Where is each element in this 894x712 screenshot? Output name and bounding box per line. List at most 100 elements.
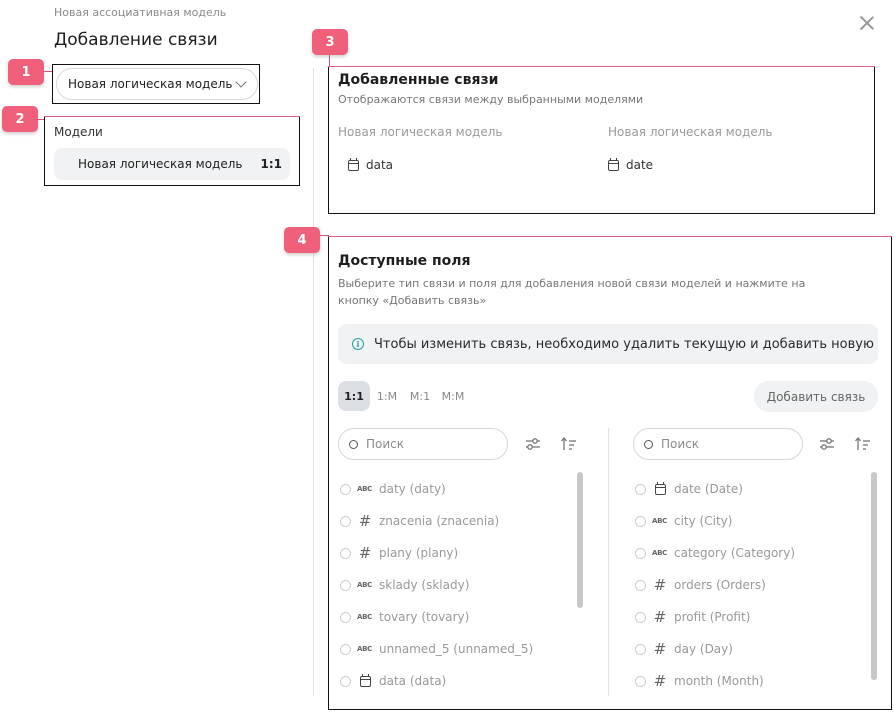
sort-icon[interactable] <box>854 435 872 453</box>
info-banner: i Чтобы изменить связь, необходимо удали… <box>338 324 878 364</box>
search-icon <box>644 439 653 449</box>
field-list-item[interactable]: ABC sklady (sklady) <box>340 569 570 601</box>
model-name: Новая логическая модель <box>78 157 243 171</box>
field-radio[interactable] <box>635 611 646 623</box>
field-list-item[interactable]: # orders (Orders) <box>635 569 865 601</box>
right-linked-field: date <box>608 157 654 172</box>
left-model-heading: Новая логическая модель <box>338 125 503 139</box>
model-relation: 1:1 <box>260 157 283 171</box>
annotation-frame-4-accent <box>328 236 892 237</box>
model-list-item[interactable]: Новая логическая модель 1:1 <box>54 148 290 180</box>
field-label: city (City) <box>674 514 733 528</box>
models-label: Модели <box>54 125 103 139</box>
field-radio[interactable] <box>340 483 351 495</box>
field-list-item[interactable]: # profit (Profit) <box>635 601 865 633</box>
breadcrumb: Новая ассоциативная модель <box>54 6 227 19</box>
field-radio[interactable] <box>340 515 351 527</box>
field-label: sklady (sklady) <box>379 578 470 592</box>
number-type-icon: # <box>358 512 372 530</box>
field-list-item[interactable]: ABC unnamed_5 (unnamed_5) <box>340 633 570 665</box>
available-fields-subtitle: Выберите тип связи и поля для добавления… <box>338 277 806 307</box>
field-label: month (Month) <box>674 674 764 688</box>
text-type-icon: ABC <box>652 549 667 557</box>
tab-relation-m-m[interactable]: M:M <box>438 381 468 411</box>
close-icon[interactable] <box>858 14 876 32</box>
field-radio[interactable] <box>340 675 351 687</box>
info-icon: i <box>352 338 364 350</box>
number-type-icon: # <box>653 672 667 690</box>
field-label: day (Day) <box>674 642 733 656</box>
left-search-field[interactable] <box>366 437 486 451</box>
tab-relation-1-1[interactable]: 1:1 <box>338 381 370 411</box>
field-radio[interactable] <box>340 611 351 623</box>
field-list-item[interactable]: # znacenia (znacenia) <box>340 505 570 537</box>
annotation-marker-4: 4 <box>284 227 320 253</box>
filter-settings-icon[interactable] <box>818 435 836 453</box>
add-link-button[interactable]: Добавить связь <box>754 381 878 412</box>
left-search-input[interactable] <box>338 428 508 460</box>
field-radio[interactable] <box>635 643 646 655</box>
added-links-title: Добавленные связи <box>338 72 499 88</box>
field-label: daty (daty) <box>379 482 446 496</box>
field-list-item[interactable]: date (Date) <box>635 473 865 505</box>
panel-divider <box>313 68 314 696</box>
annotation-frame-3 <box>328 66 875 214</box>
field-list-item[interactable]: # day (Day) <box>635 633 865 665</box>
field-radio[interactable] <box>635 675 646 687</box>
annotation-frame-2-accent <box>44 116 300 117</box>
field-label: profit (Profit) <box>674 610 751 624</box>
field-label: data (data) <box>379 674 447 688</box>
calendar-icon <box>652 481 668 495</box>
dialog-title: Добавление связи <box>54 30 218 50</box>
sort-icon[interactable] <box>560 435 578 453</box>
field-label: category (Category) <box>674 546 796 560</box>
field-radio[interactable] <box>635 483 646 495</box>
filter-settings-icon[interactable] <box>524 435 542 453</box>
text-type-icon: ABC <box>357 485 372 493</box>
annotation-marker-3: 3 <box>312 29 348 55</box>
number-type-icon: # <box>653 608 667 626</box>
field-label: unnamed_5 (unnamed_5) <box>379 642 534 656</box>
annotation-connector <box>44 71 52 72</box>
field-list-item[interactable]: ABC daty (daty) <box>340 473 570 505</box>
field-list-item[interactable]: ABC tovary (tovary) <box>340 601 570 633</box>
right-field-list: date (Date) ABC city (City) ABC category (Ca… <box>635 473 865 697</box>
left-linked-field: data <box>348 157 393 172</box>
calendar-icon <box>608 157 619 171</box>
field-label: orders (Orders) <box>674 578 766 592</box>
available-fields-title: Доступные поля <box>338 253 471 269</box>
right-search-input[interactable] <box>633 428 803 460</box>
field-radio[interactable] <box>340 547 351 559</box>
text-type-icon: ABC <box>357 645 372 653</box>
field-list-item[interactable]: data (data) <box>340 665 570 697</box>
field-radio[interactable] <box>635 547 646 559</box>
text-type-icon: ABC <box>357 581 372 589</box>
field-radio[interactable] <box>340 579 351 591</box>
chevron-down-icon <box>235 76 247 88</box>
field-list-item[interactable]: # plany (plany) <box>340 537 570 569</box>
lists-divider <box>608 428 609 696</box>
field-radio[interactable] <box>340 643 351 655</box>
calendar-icon <box>357 673 373 687</box>
right-search-field[interactable] <box>661 437 781 451</box>
field-radio[interactable] <box>635 579 646 591</box>
right-list-scrollbar[interactable] <box>871 472 877 680</box>
annotation-frame-3-accent <box>328 66 875 67</box>
field-list-item[interactable]: ABC city (City) <box>635 505 865 537</box>
tab-relation-m-1[interactable]: M:1 <box>404 381 436 411</box>
right-linked-field-name: date <box>626 158 654 172</box>
tab-relation-1-m[interactable]: 1:M <box>372 381 402 411</box>
search-icon <box>349 439 358 449</box>
field-radio[interactable] <box>635 515 646 527</box>
right-model-heading: Новая логическая модель <box>608 125 773 139</box>
left-field-list: ABC daty (daty) # znacenia (znacenia) # plany… <box>340 473 570 697</box>
field-label: tovary (tovary) <box>379 610 470 624</box>
number-type-icon: # <box>653 640 667 658</box>
number-type-icon: # <box>653 576 667 594</box>
left-list-scrollbar[interactable] <box>577 472 583 608</box>
model-select[interactable]: Новая логическая модель <box>56 68 258 100</box>
field-list-item[interactable]: ABC category (Category) <box>635 537 865 569</box>
number-type-icon: # <box>358 544 372 562</box>
model-select-value: Новая логическая модель <box>68 77 233 91</box>
field-list-item[interactable]: # month (Month) <box>635 665 865 697</box>
